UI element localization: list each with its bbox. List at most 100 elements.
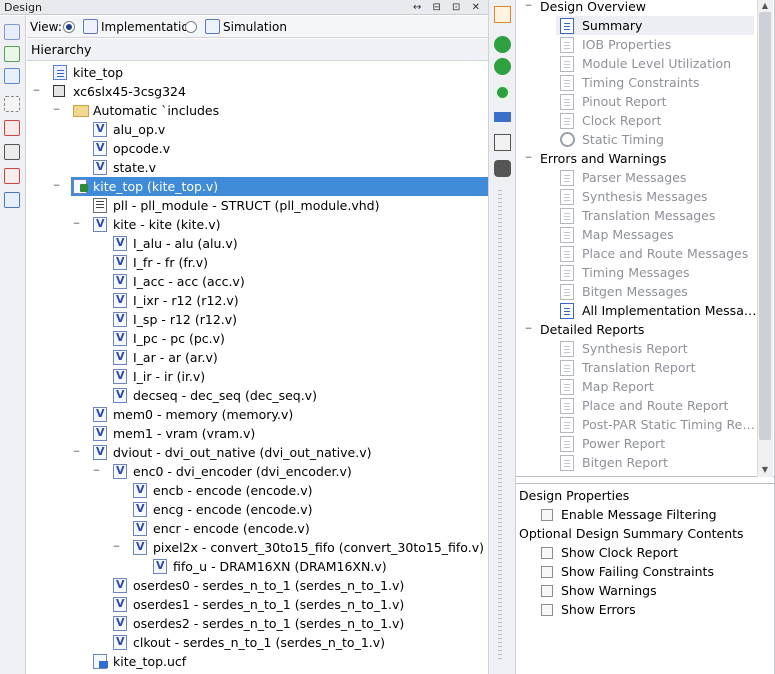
collapse-toggle-icon[interactable]: − (112, 543, 121, 552)
home-icon[interactable] (494, 6, 511, 23)
enable-message-filtering-checkbox[interactable] (541, 509, 553, 521)
show-errors-checkbox[interactable] (541, 604, 553, 616)
summary-section[interactable]: − Errors and Warnings (516, 149, 754, 168)
tree-node[interactable]: decseq - dec_seq (dec_seq.v) (27, 386, 488, 405)
tree-node[interactable]: − xc6slx45-3csg324 (27, 82, 488, 101)
summary-item[interactable]: Module Level Utilization (516, 54, 754, 73)
tree-node[interactable]: − enc0 - dvi_encoder (dvi_encoder.v) (27, 462, 488, 481)
back-arrow-icon[interactable] (494, 36, 511, 53)
new-source-icon[interactable] (4, 24, 20, 40)
collapse-toggle-icon[interactable]: − (92, 467, 101, 476)
scroll-down-arrow-icon[interactable]: ▼ (757, 464, 773, 476)
forward-arrow-icon[interactable] (494, 58, 511, 75)
summary-item[interactable]: Place and Route Messages (516, 244, 754, 263)
splitter-grip[interactable] (498, 190, 502, 660)
tree-node[interactable]: oserdes1 - serdes_n_to_1 (serdes_n_to_1.… (27, 595, 488, 614)
collapse-toggle-icon[interactable]: − (32, 87, 41, 96)
tree-node[interactable]: I_fr - fr (fr.v) (27, 253, 488, 272)
binoculars-icon[interactable] (494, 160, 511, 177)
remove-source-icon[interactable] (4, 120, 20, 136)
enable-message-filtering-row[interactable]: Enable Message Filtering (516, 505, 775, 524)
summary-item[interactable]: Translation Report (516, 358, 754, 377)
show-failing-constraints-row[interactable]: Show Failing Constraints (516, 562, 775, 581)
add-copy-source-icon[interactable] (4, 68, 20, 84)
tree-node[interactable]: I_ar - ar (ar.v) (27, 348, 488, 367)
tree-node[interactable]: opcode.v (27, 139, 488, 158)
show-errors-row[interactable]: Show Errors (516, 600, 775, 619)
add-source-icon[interactable] (4, 46, 20, 62)
tree-node[interactable]: mem1 - vram (vram.v) (27, 424, 488, 443)
section-collapse-icon[interactable]: − (524, 2, 533, 11)
tree-node[interactable]: encb - encode (encode.v) (27, 481, 488, 500)
summary-item[interactable]: Bitgen Report (516, 453, 754, 472)
tree-node[interactable]: I_pc - pc (pc.v) (27, 329, 488, 348)
summary-item[interactable]: Map Report (516, 377, 754, 396)
scrollbar-thumb[interactable] (759, 12, 771, 440)
tree-node[interactable]: − Automatic `includes (27, 101, 488, 120)
check-design-icon[interactable] (4, 168, 20, 184)
tree-node[interactable]: clkout - serdes_n_to_1 (serdes_n_to_1.v) (27, 633, 488, 652)
summary-item[interactable]: Place and Route Report (516, 396, 754, 415)
collapse-toggle-icon[interactable]: − (72, 448, 81, 457)
tree-node[interactable]: encr - encode (encode.v) (27, 519, 488, 538)
html-report-icon[interactable] (494, 112, 511, 122)
tree-node[interactable]: oserdes0 - serdes_n_to_1 (serdes_n_to_1.… (27, 576, 488, 595)
tree-node[interactable]: I_ixr - r12 (r12.v) (27, 291, 488, 310)
summary-item[interactable]: Pinout Report (516, 92, 754, 111)
summary-item[interactable]: Synthesis Report (516, 339, 754, 358)
summary-section[interactable]: − Design Overview (516, 0, 754, 16)
chip-properties-icon[interactable] (4, 144, 20, 160)
tree-node[interactable]: − dviout - dvi_out_native (dvi_out_native… (27, 443, 488, 462)
collapse-toggle-icon[interactable]: − (52, 182, 61, 191)
section-collapse-icon[interactable]: − (524, 325, 533, 334)
tree-node[interactable]: I_acc - acc (acc.v) (27, 272, 488, 291)
show-clock-report-checkbox[interactable] (541, 547, 553, 559)
panel-window-controls[interactable]: ↔ ⊟ ⊡ ✕ (413, 0, 484, 15)
view-html-icon[interactable] (4, 192, 20, 208)
tree-node[interactable]: kite_top.ucf (27, 652, 488, 671)
scroll-up-arrow-icon[interactable]: ▲ (757, 0, 773, 12)
summary-item[interactable]: Map Messages (516, 225, 754, 244)
collapse-toggle-icon[interactable]: − (72, 220, 81, 229)
summary-item[interactable]: Timing Messages (516, 263, 754, 282)
tree-node[interactable]: alu_op.v (27, 120, 488, 139)
collapse-toggle-icon[interactable]: − (52, 106, 61, 115)
tree-node[interactable]: oserdes2 - serdes_n_to_1 (serdes_n_to_1.… (27, 614, 488, 633)
tree-node[interactable]: pll - pll_module - STRUCT (pll_module.vh… (27, 196, 488, 215)
tree-node[interactable]: encg - encode (encode.v) (27, 500, 488, 519)
tree-node[interactable]: I_ir - ir (ir.v) (27, 367, 488, 386)
implementation-radio[interactable] (63, 21, 75, 33)
tree-node[interactable]: I_sp - r12 (r12.v) (27, 310, 488, 329)
summary-item[interactable]: Translation Messages (516, 206, 754, 225)
tree-node[interactable]: kite_top (27, 63, 488, 82)
summary-item[interactable]: Synthesis Messages (516, 187, 754, 206)
tree-node[interactable]: − pixel2x - convert_30to15_fifo (convert_… (27, 538, 488, 557)
show-warnings-row[interactable]: Show Warnings (516, 581, 775, 600)
tree-node[interactable]: mem0 - memory (memory.v) (27, 405, 488, 424)
tree-node-selected[interactable]: − kite_top (kite_top.v) (27, 177, 499, 196)
refresh-icon[interactable] (494, 84, 511, 101)
checklist-icon[interactable] (494, 134, 511, 151)
summary-item[interactable]: Bitgen Messages (516, 282, 754, 301)
show-clock-report-row[interactable]: Show Clock Report (516, 543, 775, 562)
summary-item[interactable]: All Implementation Messa… (516, 301, 756, 320)
simulation-radio[interactable] (185, 21, 197, 33)
simulation-label[interactable]: Simulation (223, 19, 287, 35)
summary-item[interactable]: Static Timing (516, 130, 754, 149)
implementation-label[interactable]: Implementation (101, 19, 196, 35)
show-warnings-checkbox[interactable] (541, 585, 553, 597)
summary-item[interactable]: Clock Report (516, 111, 754, 130)
summary-item[interactable]: Parser Messages (516, 168, 754, 187)
tree-node[interactable]: I_alu - alu (alu.v) (27, 234, 488, 253)
summary-item[interactable]: Post-PAR Static Timing Re… (516, 415, 755, 434)
summary-item[interactable]: Summary (516, 16, 754, 35)
summary-item[interactable]: Timing Constraints (516, 73, 754, 92)
section-collapse-icon[interactable]: − (524, 154, 533, 163)
summary-item[interactable]: IOB Properties (516, 35, 754, 54)
tree-node[interactable]: fifo_u - DRAM16XN (DRAM16XN.v) (27, 557, 488, 576)
open-hierarchy-icon[interactable] (4, 96, 20, 112)
tree-node[interactable]: state.v (27, 158, 488, 177)
summary-item[interactable]: Power Report (516, 434, 754, 453)
tree-node[interactable]: − kite - kite (kite.v) (27, 215, 488, 234)
show-failing-constraints-checkbox[interactable] (541, 566, 553, 578)
